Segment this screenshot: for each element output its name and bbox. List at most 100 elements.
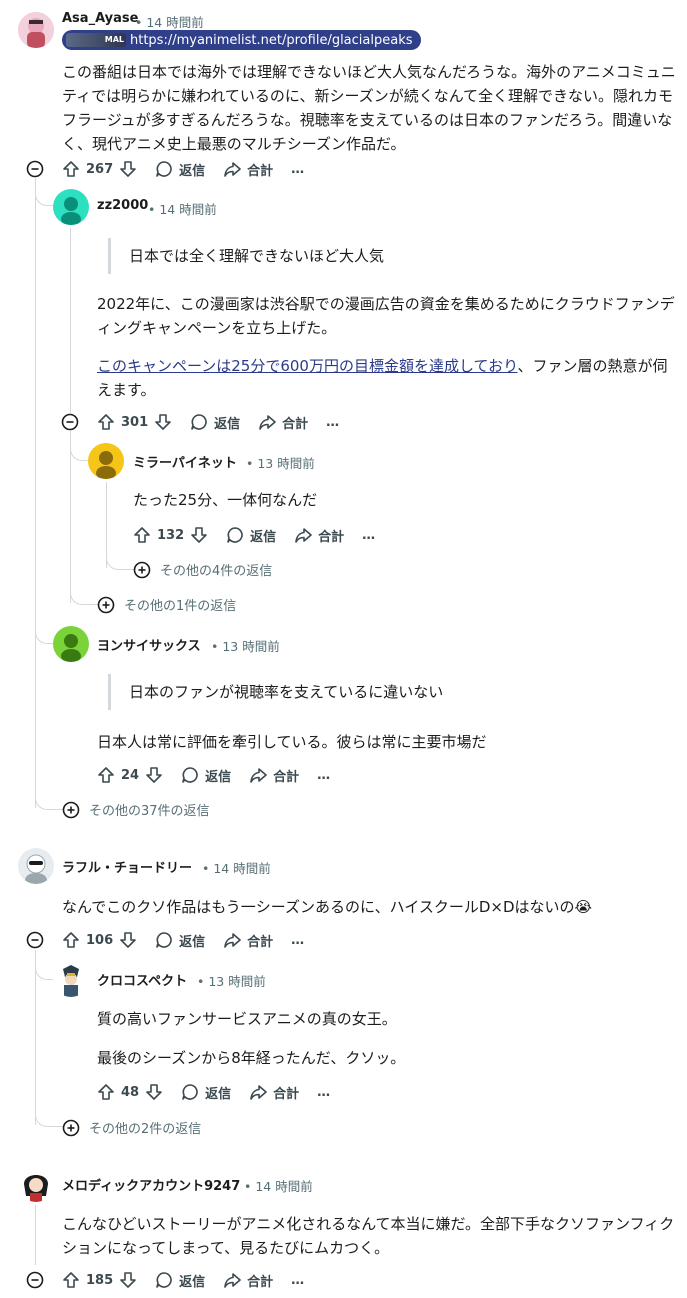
timestamp: • 13 時間前 bbox=[197, 974, 266, 989]
share-icon bbox=[250, 768, 267, 783]
user-avatar[interactable] bbox=[53, 961, 89, 997]
expand-icon bbox=[97, 596, 115, 613]
upvote-icon[interactable] bbox=[97, 1083, 115, 1101]
collapse-icon bbox=[26, 1271, 44, 1289]
downvote-icon[interactable] bbox=[190, 526, 208, 544]
user-flair: MAL https://myanimelist.net/profile/glac… bbox=[62, 30, 421, 50]
expand-icon bbox=[62, 801, 80, 818]
more-replies-button[interactable]: その他の1件の返信 bbox=[97, 595, 236, 614]
username[interactable]: ミラーパイネット bbox=[133, 452, 237, 471]
more-replies-button[interactable]: その他の4件の返信 bbox=[133, 560, 272, 579]
reply-icon bbox=[182, 1084, 198, 1100]
comment-actions: 132 返信 合計 … bbox=[133, 523, 375, 547]
user-avatar[interactable] bbox=[53, 189, 89, 225]
flair-text: https://myanimelist.net/profile/glacialp… bbox=[130, 32, 413, 48]
comment-actions: 185 返信 合計 … bbox=[62, 1268, 304, 1292]
share-icon bbox=[250, 1085, 267, 1100]
downvote-icon[interactable] bbox=[145, 766, 163, 784]
comment-actions: 106 返信 合計 … bbox=[62, 928, 304, 952]
share-button[interactable]: 合計 bbox=[249, 766, 299, 785]
more-replies-button[interactable]: その他の37件の返信 bbox=[62, 800, 210, 819]
username[interactable]: メロディックアカウント9247 bbox=[62, 1175, 240, 1194]
comment-actions: 48 返信 合計 … bbox=[97, 1080, 330, 1104]
share-button[interactable]: 合計 bbox=[223, 931, 273, 950]
more-options-icon[interactable]: … bbox=[317, 1085, 330, 1100]
reply-button[interactable]: 返信 bbox=[155, 160, 205, 179]
share-button[interactable]: 合計 bbox=[223, 1271, 273, 1290]
collapse-thread-button[interactable] bbox=[26, 1271, 44, 1289]
reply-icon bbox=[156, 1272, 172, 1288]
downvote-icon[interactable] bbox=[154, 413, 172, 431]
collapse-thread-button[interactable] bbox=[26, 160, 44, 178]
comment-actions: 24 返信 合計 … bbox=[97, 763, 330, 787]
collapse-thread-button[interactable] bbox=[26, 931, 44, 949]
expand-icon bbox=[62, 1119, 80, 1136]
share-button[interactable]: 合計 bbox=[258, 413, 308, 432]
share-button[interactable]: 合計 bbox=[294, 526, 344, 545]
user-avatar[interactable] bbox=[88, 443, 124, 479]
more-options-icon[interactable]: … bbox=[291, 933, 304, 948]
downvote-icon[interactable] bbox=[145, 1083, 163, 1101]
comment-body: こんなひどいストーリーがアニメ化されるなんて本当に嫌だ。全部下手なクソファンフィ… bbox=[62, 1215, 675, 1257]
share-icon bbox=[224, 933, 241, 948]
campaign-link[interactable]: このキャンペーンは25分で600万円の目標金額を達成しており bbox=[97, 357, 517, 375]
username[interactable]: ラフル・チョードリー bbox=[62, 857, 192, 876]
upvote-icon[interactable] bbox=[97, 766, 115, 784]
reply-button[interactable]: 返信 bbox=[155, 1271, 205, 1290]
user-avatar[interactable] bbox=[53, 626, 89, 662]
more-options-icon[interactable]: … bbox=[291, 162, 304, 177]
more-options-icon[interactable]: … bbox=[362, 528, 375, 543]
comment-body: たった25分、一体何なんだ bbox=[133, 491, 318, 509]
quote-block: 日本のファンが視聴率を支えているに違いない bbox=[108, 674, 443, 710]
comment-body: この番組は日本では海外では理解できないほど大人気なんだろうな。海外のアニメコミュ… bbox=[62, 63, 676, 153]
share-icon bbox=[259, 415, 276, 430]
flair-mal-badge: MAL bbox=[66, 33, 126, 47]
upvote-icon[interactable] bbox=[62, 1271, 80, 1289]
comment-actions: 301 返信 合計 … bbox=[97, 410, 339, 434]
user-avatar[interactable] bbox=[18, 12, 54, 48]
vote-count: 132 bbox=[157, 527, 185, 543]
reply-icon bbox=[156, 161, 172, 177]
username[interactable]: Asa_Ayase bbox=[62, 11, 138, 26]
timestamp: • 14 時間前 bbox=[244, 1179, 313, 1194]
upvote-icon[interactable] bbox=[62, 931, 80, 949]
upvote-icon[interactable] bbox=[62, 160, 80, 178]
more-options-icon[interactable]: … bbox=[291, 1273, 304, 1288]
more-options-icon[interactable]: … bbox=[317, 768, 330, 783]
reply-button[interactable]: 返信 bbox=[181, 766, 231, 785]
collapse-icon bbox=[26, 931, 44, 949]
collapse-icon bbox=[26, 160, 44, 178]
collapse-icon bbox=[61, 413, 79, 431]
downvote-icon[interactable] bbox=[119, 160, 137, 178]
collapse-thread-button[interactable] bbox=[61, 413, 79, 431]
thread-line bbox=[35, 1205, 36, 1265]
upvote-icon[interactable] bbox=[97, 413, 115, 431]
vote-count: 24 bbox=[121, 767, 140, 783]
share-button[interactable]: 合計 bbox=[223, 160, 273, 179]
reply-button[interactable]: 返信 bbox=[226, 526, 276, 545]
downvote-icon[interactable] bbox=[119, 1271, 137, 1289]
downvote-icon[interactable] bbox=[119, 931, 137, 949]
timestamp: • 13 時間前 bbox=[246, 456, 315, 471]
more-replies-button[interactable]: その他の2件の返信 bbox=[62, 1118, 201, 1137]
vote-count: 48 bbox=[121, 1084, 140, 1100]
user-avatar[interactable] bbox=[18, 848, 54, 884]
thread-curve bbox=[106, 482, 134, 570]
reply-button[interactable]: 返信 bbox=[190, 413, 240, 432]
share-button[interactable]: 合計 bbox=[249, 1083, 299, 1102]
more-options-icon[interactable]: … bbox=[326, 415, 339, 430]
comment-body: なんでこのクソ作品はもう一シーズンあるのに、ハイスクールD×Dはないの😭 bbox=[62, 898, 593, 916]
username[interactable]: クロコスペクト bbox=[97, 970, 187, 989]
reply-icon bbox=[182, 767, 198, 783]
username[interactable]: ヨンサイサックス bbox=[97, 635, 201, 654]
username[interactable]: zz2000 bbox=[97, 198, 148, 213]
vote-count: 267 bbox=[86, 161, 114, 177]
reply-icon bbox=[227, 527, 243, 543]
thread-curve bbox=[35, 178, 63, 810]
reply-button[interactable]: 返信 bbox=[155, 931, 205, 950]
expand-icon bbox=[133, 561, 151, 578]
vote-count: 185 bbox=[86, 1272, 114, 1288]
upvote-icon[interactable] bbox=[133, 526, 151, 544]
reply-button[interactable]: 返信 bbox=[181, 1083, 231, 1102]
user-avatar[interactable] bbox=[18, 1166, 54, 1202]
